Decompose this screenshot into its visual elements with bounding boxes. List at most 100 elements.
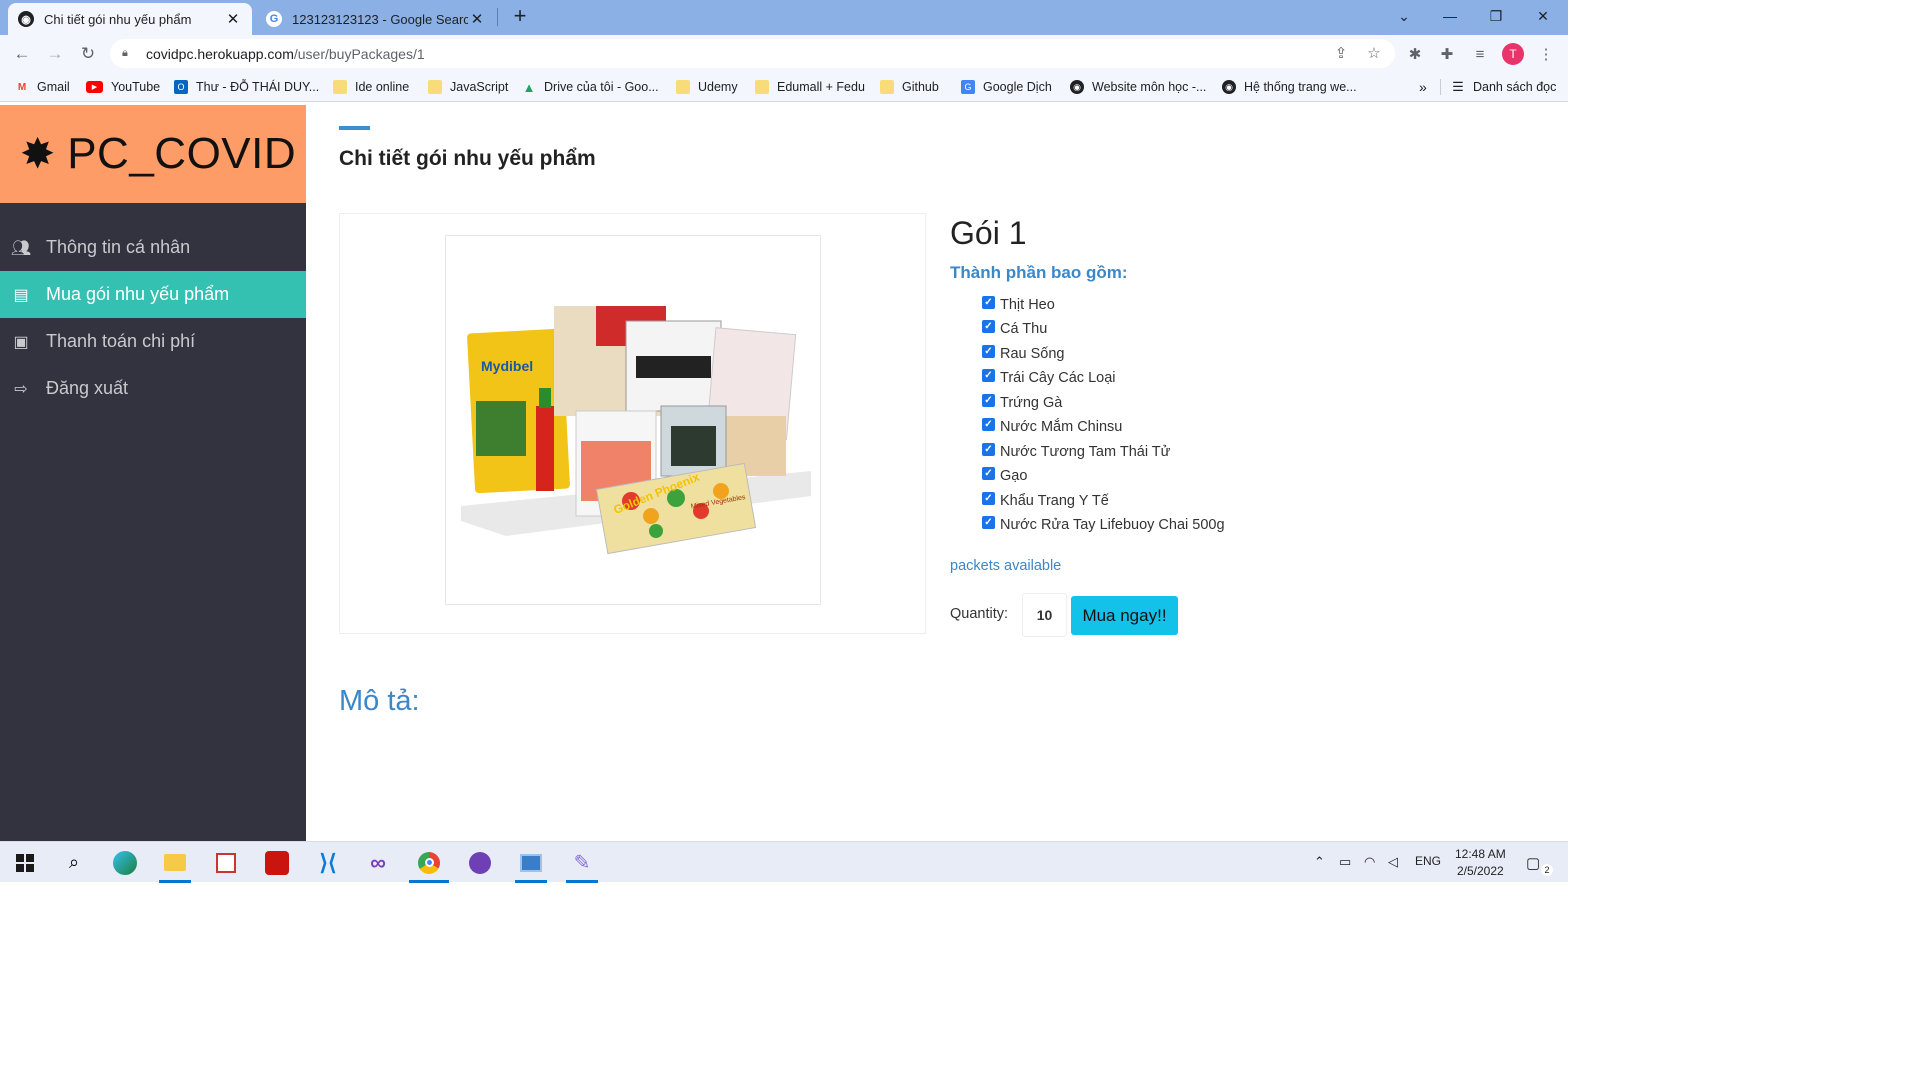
browser-tab-strip: ◉ Chi tiết gói nhu yếu phẩm ✕ G 12312312… [0,0,1568,35]
forward-button[interactable]: → [41,40,69,68]
folder-icon [880,80,894,94]
package-name: Gói 1 [950,215,1027,251]
clock-time: 12:48 AM [1455,847,1506,861]
tab-search-icon[interactable]: ⌄ [1381,0,1427,32]
profile-avatar[interactable]: T [1502,43,1524,65]
buy-now-button[interactable]: Mua ngay!! [1071,596,1178,635]
tab-title: Chi tiết gói nhu yếu phẩm [44,11,192,27]
close-icon[interactable]: ✕ [468,10,486,28]
checkbox-checked[interactable]: ✓ [982,442,995,456]
checkbox-checked[interactable]: ✓ [982,319,995,333]
app-icon[interactable] [206,842,246,883]
google-icon: G [266,11,282,27]
product-image-panel: Mydibel Golden Phoenix Mixed Vegetables [339,213,926,634]
archive-icon: ▤ [13,286,29,304]
share-icon[interactable]: ⇪ [1330,42,1352,64]
github-desktop-icon[interactable] [460,842,500,883]
extension-bug-icon[interactable]: ✱ [1404,43,1426,65]
tab-google-search[interactable]: G 123123123123 - Google Search ✕ [256,3,496,35]
volume-icon[interactable]: ◁ [1388,854,1398,870]
component-item: ✓ Thịt Heo [982,295,1055,315]
extensions-puzzle-icon[interactable]: ✚ [1436,43,1458,65]
bookmark-udemy[interactable]: Udemy [676,78,738,96]
back-button[interactable]: ← [8,40,36,68]
sidebar-item-payment[interactable]: ▣ Thanh toán chi phí [0,318,306,365]
bookmark-drive[interactable]: ▲ Drive của tôi - Goo... [522,78,659,96]
battery-icon[interactable]: ▭ [1339,854,1351,870]
checkbox-checked[interactable]: ✓ [982,417,995,431]
checkbox-checked[interactable]: ✓ [982,515,995,529]
reading-list-button[interactable]: ☰ Danh sách đọc [1451,78,1556,96]
garena-icon[interactable] [257,842,297,883]
edge-icon[interactable] [105,842,145,883]
language-indicator[interactable]: ENG [1415,854,1441,868]
users-icon: 👥︎ [10,239,32,257]
file-explorer-icon[interactable] [155,842,195,883]
bookmark-youtube[interactable]: ▶ YouTube [86,78,160,96]
media-control-icon[interactable]: ≡ [1469,43,1491,65]
bookmark-edumall[interactable]: Edumall + Fedu [755,78,865,96]
bookmark-label: Edumall + Fedu [777,80,865,94]
brand-name: PC_COVID [67,129,297,178]
bookmark-outlook[interactable]: O Thư - ĐỖ THÁI DUY... [174,78,319,96]
sidebar-item-personal-info[interactable]: 👥︎ Thông tin cá nhân [0,224,306,271]
tray-chevron-icon[interactable]: ⌃ [1314,854,1325,870]
component-label: Nước Mắm Chinsu [1000,419,1123,435]
checkbox-checked[interactable]: ✓ [982,393,995,407]
new-tab-button[interactable]: + [508,3,532,31]
more-bookmarks-button[interactable]: » [1419,78,1427,96]
tab-package-detail[interactable]: ◉ Chi tiết gói nhu yếu phẩm ✕ [8,3,252,35]
bookmark-he-thong[interactable]: ◉ Hệ thống trang we... [1222,78,1357,96]
brand-header[interactable]: ✸ PC_COVID [0,105,306,203]
notifications-icon[interactable]: ▢ [1526,854,1540,872]
bookmark-gmail[interactable]: M Gmail [15,78,70,96]
component-item: ✓ Trái Cây Các Loại [982,368,1116,388]
checkbox-checked[interactable]: ✓ [982,295,995,309]
bookmark-javascript[interactable]: JavaScript [428,78,508,96]
start-button[interactable] [5,842,45,883]
checkbox-checked[interactable]: ✓ [982,368,995,382]
bookmark-website-mon-hoc[interactable]: ◉ Website môn học -... [1070,78,1206,96]
minimize-button[interactable]: — [1427,0,1473,32]
checkbox-checked[interactable]: ✓ [982,491,995,505]
lock-icon: 🔒︎ [122,47,128,59]
address-bar[interactable]: 🔒︎ covidpc.herokuapp.com/user/buyPackage… [110,39,1395,68]
vscode-icon[interactable]: ⟩⟨ [308,842,348,883]
sidebar-item-logout[interactable]: ⇨ Đăng xuất [0,365,306,412]
component-label: Gạo [1000,468,1028,484]
sidebar-item-buy-packages[interactable]: ▤ Mua gói nhu yếu phẩm [0,271,306,318]
browser-toolbar: ← → ↻ 🔒︎ covidpc.herokuapp.com/user/buyP… [0,35,1568,72]
checkbox-checked[interactable]: ✓ [982,344,995,358]
bookmark-label: Google Dịch [983,80,1052,94]
bookmark-label: Thư - ĐỖ THÁI DUY... [196,80,320,94]
tab-divider [497,8,498,26]
quantity-label: Quantity: [950,606,1009,622]
component-label: Thịt Heo [1000,297,1055,313]
wifi-icon[interactable]: ◠ [1364,854,1375,870]
quantity-input[interactable]: 10 [1022,593,1067,637]
menu-icon[interactable]: ⋮ [1535,43,1557,65]
component-item: ✓ Nước Tương Tam Thái Tử [982,442,1170,462]
restore-button[interactable]: ❐ [1473,0,1519,32]
globe-icon: ◉ [18,11,34,27]
chrome-icon[interactable] [409,842,449,883]
sidebar-item-label: Đăng xuất [46,378,129,398]
window-app-icon[interactable] [511,842,551,883]
bookmark-star-icon[interactable]: ☆ [1363,42,1385,64]
outlook-icon: O [174,80,188,94]
availability-link[interactable]: packets available [950,558,1061,574]
bookmark-google-translate[interactable]: G Google Dịch [961,78,1052,96]
components-heading: Thành phần bao gồm: [950,263,1128,282]
close-window-button[interactable]: ✕ [1520,0,1566,32]
visual-studio-icon[interactable]: ∞ [358,842,398,883]
search-icon[interactable]: ⌕ [54,842,94,883]
clock[interactable]: 12:48 AM 2/5/2022 [1455,846,1506,880]
checkbox-checked[interactable]: ✓ [982,466,995,480]
close-icon[interactable]: ✕ [224,10,242,28]
sidebar-item-label: Thanh toán chi phí [46,331,196,351]
paint-icon[interactable]: ✎ [562,842,602,883]
reload-button[interactable]: ↻ [74,40,102,68]
bookmark-github[interactable]: Github [880,78,939,96]
component-item: ✓ Cá Thu [982,319,1047,339]
bookmark-ide-online[interactable]: Ide online [333,78,409,96]
